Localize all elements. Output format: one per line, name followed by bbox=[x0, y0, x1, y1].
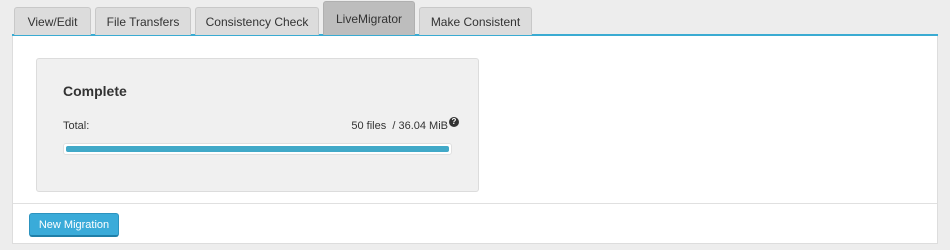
progress-bar bbox=[63, 143, 452, 155]
tab-consistency-check[interactable]: Consistency Check bbox=[195, 7, 319, 35]
footer-divider bbox=[13, 203, 937, 204]
question-circle-icon[interactable]: ? bbox=[449, 117, 459, 127]
total-label: Total: bbox=[63, 120, 90, 132]
new-migration-button[interactable]: New Migration bbox=[29, 213, 119, 237]
livemigrator-panel: Complete Total: 50 files / 36.04 MiB ? N… bbox=[12, 36, 938, 244]
migration-status-card: Complete Total: 50 files / 36.04 MiB ? bbox=[36, 58, 479, 192]
progress-bar-fill bbox=[66, 146, 449, 152]
tab-livemigrator[interactable]: LiveMigrator bbox=[323, 1, 415, 35]
tab-bar: View/Edit File Transfers Consistency Che… bbox=[12, 0, 938, 36]
total-value: 50 files / 36.04 MiB bbox=[351, 120, 448, 132]
tab-view-edit[interactable]: View/Edit bbox=[14, 7, 91, 35]
status-title: Complete bbox=[63, 83, 127, 99]
tab-file-transfers[interactable]: File Transfers bbox=[95, 7, 191, 35]
tab-make-consistent[interactable]: Make Consistent bbox=[419, 7, 532, 35]
